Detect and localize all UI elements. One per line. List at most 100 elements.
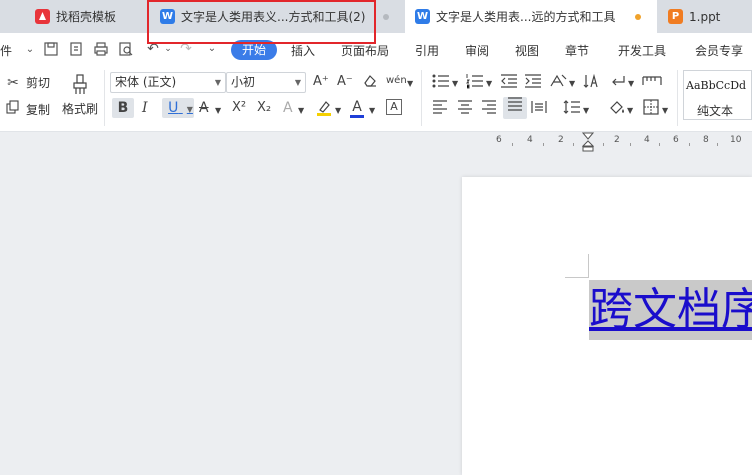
subscript-button[interactable]: X₂ xyxy=(257,100,271,116)
menu-developer[interactable]: 开发工具 xyxy=(618,42,666,59)
decrease-indent-icon[interactable] xyxy=(500,73,518,93)
ruler-number: 2 xyxy=(614,135,620,145)
save-icon[interactable] xyxy=(43,41,59,57)
ribbon-divider xyxy=(104,70,105,126)
chevron-down-icon[interactable]: ⌄ xyxy=(22,42,38,58)
ruler-tick xyxy=(543,143,544,146)
copy-icon xyxy=(4,100,22,118)
print-icon[interactable] xyxy=(93,41,109,57)
print-preview-icon[interactable] xyxy=(118,41,134,57)
format-painter-label: 格式刷 xyxy=(61,102,98,116)
style-sample: AaBbCcDd xyxy=(686,79,747,92)
distribute-icon[interactable] xyxy=(531,100,547,118)
wps-writer-window: 找稻壳模板 W 文字是人类用表义...方式和工具(2) W 文字是人类用表...… xyxy=(0,0,752,475)
tab-unsaved-dot[interactable] xyxy=(635,14,641,20)
italic-button[interactable]: I xyxy=(142,100,148,116)
underline-button[interactable]: U ▼ xyxy=(162,98,194,118)
highlight-icon[interactable] xyxy=(315,99,333,121)
menu-review[interactable]: 审阅 xyxy=(465,42,489,59)
chevron-down-icon[interactable]: ▼ xyxy=(298,103,304,119)
cut-button[interactable]: ✂ 剪切 xyxy=(4,74,50,91)
clear-format-icon[interactable] xyxy=(362,73,378,93)
chevron-down-icon[interactable]: ▼ xyxy=(452,76,458,92)
tab-docer-templates[interactable]: 找稻壳模板 xyxy=(0,0,148,33)
copy-label: 复制 xyxy=(26,102,51,117)
chevron-down-icon[interactable]: ▼ xyxy=(569,76,575,92)
numbered-list-icon[interactable] xyxy=(466,73,484,93)
chevron-down-icon[interactable]: ▼ xyxy=(407,76,413,92)
underline-glyph: U xyxy=(168,100,179,116)
menu-page-layout[interactable]: 页面布局 xyxy=(341,42,389,59)
ruler-number: 4 xyxy=(644,135,650,145)
menu-sections[interactable]: 章节 xyxy=(565,42,589,59)
menu-file[interactable]: 件 xyxy=(0,42,12,59)
align-left-icon[interactable] xyxy=(432,100,448,118)
chevron-down-icon[interactable]: ▼ xyxy=(369,103,375,119)
borders-icon[interactable] xyxy=(643,99,659,119)
chevron-down-icon[interactable]: ▼ xyxy=(583,103,589,119)
line-spacing-icon[interactable] xyxy=(563,99,581,119)
style-name-label: 纯文本 xyxy=(697,104,734,118)
menu-member[interactable]: 会员专享 xyxy=(695,42,743,59)
grow-font-icon[interactable]: A⁺ xyxy=(313,74,329,90)
chevron-down-icon[interactable]: ▼ xyxy=(335,103,341,119)
tab-stops-icon[interactable] xyxy=(642,73,662,93)
copy-button[interactable]: 复制 xyxy=(4,100,50,118)
indent-marker-icon[interactable] xyxy=(581,132,595,155)
menu-insert[interactable]: 插入 xyxy=(291,42,315,59)
ruler-tick xyxy=(630,143,631,146)
tab-unsaved-dot[interactable] xyxy=(383,14,389,20)
font-name-select[interactable]: 宋体 (正文) ▼ xyxy=(110,72,226,93)
bold-button[interactable]: B xyxy=(112,98,134,118)
docer-logo-icon xyxy=(35,9,50,24)
sort-icon[interactable] xyxy=(583,73,601,93)
ruler-tick xyxy=(573,143,574,146)
shading-icon[interactable] xyxy=(608,99,626,119)
align-center-icon[interactable] xyxy=(457,100,473,118)
superscript-button[interactable]: X² xyxy=(232,100,246,116)
chevron-down-icon[interactable]: ▼ xyxy=(628,76,634,92)
annotation-highlight-box xyxy=(147,0,376,44)
justify-icon[interactable] xyxy=(503,97,527,119)
wps-presentation-icon: P xyxy=(668,9,683,24)
ruler-tick xyxy=(512,143,513,146)
export-pdf-icon[interactable] xyxy=(68,41,84,57)
chevron-down-icon[interactable]: ▼ xyxy=(627,103,633,119)
ruler-number: 4 xyxy=(527,135,533,145)
font-size-select[interactable]: 小初 ▼ xyxy=(226,72,306,93)
wps-writer-icon: W xyxy=(415,9,430,24)
chevron-down-icon: ▼ xyxy=(214,78,221,87)
cut-label: 剪切 xyxy=(26,76,51,90)
menu-references[interactable]: 引用 xyxy=(415,42,439,59)
ruler-number: 6 xyxy=(496,135,502,145)
tab-label: 1.ppt xyxy=(689,9,721,24)
ruler-number: 2 xyxy=(558,135,564,145)
bullet-list-icon[interactable] xyxy=(432,73,450,93)
text-effect-button[interactable]: A xyxy=(283,100,293,116)
increase-indent-icon[interactable] xyxy=(524,73,542,93)
ruler-tick xyxy=(603,143,604,146)
tab-document-active[interactable]: W 文字是人类用表...远的方式和工具 xyxy=(405,0,657,33)
tab-presentation[interactable]: P 1.ppt xyxy=(660,0,752,33)
chevron-down-icon[interactable]: ▼ xyxy=(215,103,221,119)
format-painter-icon xyxy=(72,70,88,96)
ruler-number: 10 xyxy=(730,135,742,145)
chevron-down-icon[interactable]: ▼ xyxy=(662,103,668,119)
menu-view[interactable]: 视图 xyxy=(515,42,539,59)
text-direction-icon[interactable] xyxy=(549,73,567,93)
phonetic-guide-icon[interactable]: wén xyxy=(386,73,407,89)
ribbon-divider xyxy=(421,70,422,126)
ruler-number: 8 xyxy=(703,135,709,145)
line-break-icon[interactable] xyxy=(609,73,627,93)
char-border-button[interactable]: A xyxy=(386,99,402,115)
chevron-down-icon[interactable]: ▼ xyxy=(486,76,492,92)
ruler-tick xyxy=(717,143,718,146)
font-color-button[interactable]: A xyxy=(350,99,364,118)
selected-hyperlink-text[interactable]: 跨文档序 xyxy=(589,280,752,340)
tab-label: 文字是人类用表...远的方式和工具 xyxy=(436,10,616,24)
margin-corner-mark xyxy=(565,277,589,278)
strikethrough-button[interactable]: A xyxy=(199,100,209,116)
shrink-font-icon[interactable]: A⁻ xyxy=(337,74,353,90)
format-painter-button[interactable]: 格式刷 xyxy=(60,70,100,117)
align-right-icon[interactable] xyxy=(481,100,497,118)
